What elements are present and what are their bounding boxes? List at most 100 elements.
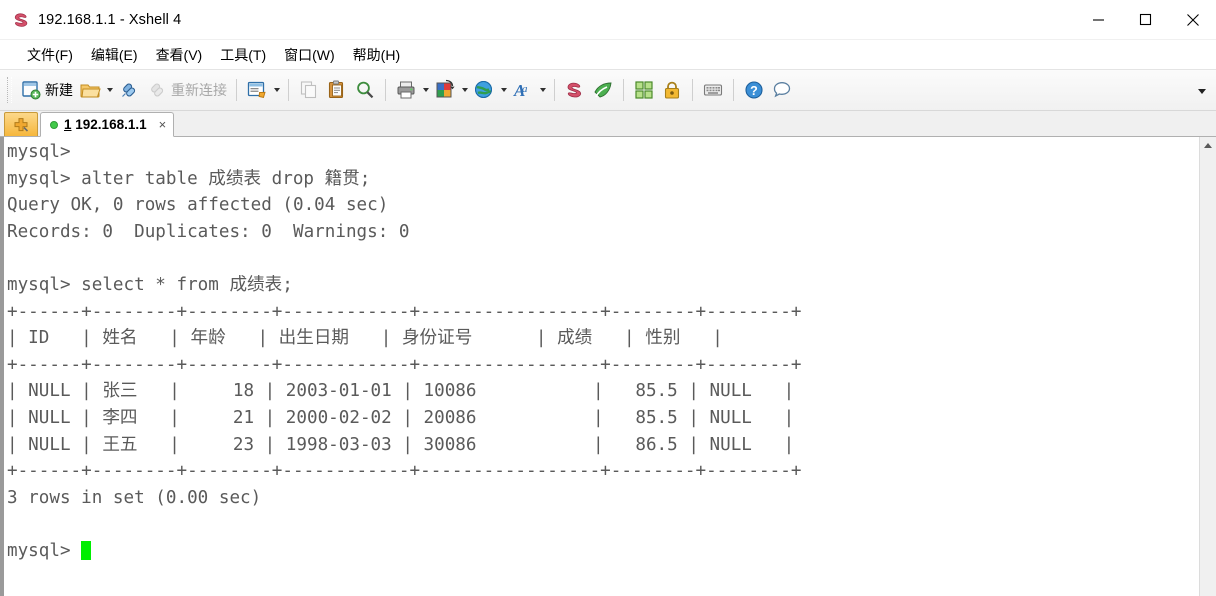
terminal-tab[interactable]: 1 192.168.1.1 × [40,112,175,137]
xshell-window: 192.168.1.1 - Xshell 4 文件(F) 编辑(E) 查看(V)… [0,0,1216,596]
scroll-up-arrow[interactable] [1200,137,1216,154]
terminal-line: mysql> alter table 成绩表 drop 籍贯; [7,168,371,189]
terminal-line: | NULL | 王五 | 23 | 1998-03-03 | 30086 | … [7,434,795,455]
menu-window[interactable]: 窗口(W) [275,42,344,68]
tab-title: 192.168.1.1 [75,117,147,132]
toolbar-separator-2 [288,79,289,101]
help-icon: ? [743,79,765,101]
color-scheme-dropdown[interactable] [459,74,470,106]
lock-button[interactable] [658,74,686,106]
color-scheme-icon [434,79,456,101]
session-properties-icon [246,79,268,101]
terminal-prompt-line: mysql> [4,538,1199,565]
menu-view[interactable]: 查看(V) [147,42,212,68]
toolbar-separator-5 [623,79,624,101]
arrange-windows-icon [633,79,655,101]
color-scheme-button[interactable] [431,74,459,106]
tab-index: 1 [64,117,72,132]
disconnect-button[interactable]: 重新连接 [143,74,230,106]
keyboard-button[interactable] [699,74,727,106]
help-button[interactable]: ? [740,74,768,106]
font-dropdown[interactable] [537,74,548,106]
menu-bar: 文件(F) 编辑(E) 查看(V) 工具(T) 窗口(W) 帮助(H) [0,40,1216,69]
encoding-dropdown[interactable] [498,74,509,106]
reconnect-label: 重新连接 [171,82,227,98]
menu-help[interactable]: 帮助(H) [344,42,409,68]
find-button[interactable] [351,74,379,106]
title-bar: 192.168.1.1 - Xshell 4 [0,0,1216,40]
xshell-app-icon [12,11,30,29]
terminal-line: | NULL | 李四 | 21 | 2000-02-02 | 20086 | … [7,407,795,428]
terminal-line: +------+--------+--------+------------+-… [7,461,802,482]
toolbar-grip[interactable] [7,77,12,103]
new-tab-button[interactable] [4,112,38,136]
terminal-line: mysql> [7,142,71,162]
terminal-line: | ID | 姓名 | 年龄 | 出生日期 | 身份证号 | 成绩 | 性别 | [7,328,723,349]
prompt-text: mysql> [7,540,82,561]
font-button[interactable]: A a [509,74,537,106]
menu-file[interactable]: 文件(F) [18,42,82,68]
tab-status-dot [50,120,58,129]
session-properties-button[interactable] [243,74,271,106]
menu-edit[interactable]: 编辑(E) [82,42,147,68]
find-icon [354,79,376,101]
terminal-output[interactable]: mysql> mysql> alter table 成绩表 drop 籍贯; Q… [4,137,1199,596]
connect-button[interactable] [115,74,143,106]
copy-button[interactable] [295,74,323,106]
paste-button[interactable] [323,74,351,106]
keyboard-icon [702,79,724,101]
arrange-windows-button[interactable] [630,74,658,106]
new-session-icon [20,79,42,101]
encoding-button[interactable] [470,74,498,106]
print-icon [395,79,417,101]
open-session-button[interactable] [76,74,104,106]
font-icon: A a [512,79,534,101]
new-session-button[interactable]: 新建 [17,74,76,106]
maximize-button[interactable] [1122,0,1169,39]
xftp-icon [592,79,614,101]
terminal-cursor [81,540,92,560]
open-folder-icon [79,79,101,101]
terminal-line: +------+--------+--------+------------+-… [7,354,802,375]
xshell-button[interactable] [561,74,589,106]
chat-button[interactable] [768,74,796,106]
svg-text:a: a [522,83,528,95]
print-button[interactable] [392,74,420,106]
close-button[interactable] [1169,0,1216,39]
xshell-icon [564,79,586,101]
paste-icon [326,79,348,101]
menu-tools[interactable]: 工具(T) [211,42,275,68]
connect-icon [118,79,140,101]
terminal-area: mysql> mysql> alter table 成绩表 drop 籍贯; Q… [0,137,1216,596]
disconnect-icon [146,79,168,101]
scrollbar-track[interactable] [1200,154,1216,596]
terminal-line: Query OK, 0 rows affected (0.04 sec) [7,195,389,216]
terminal-line: 3 rows in set (0.00 sec) [7,487,262,508]
terminal-line: Records: 0 Duplicates: 0 Warnings: 0 [7,221,410,242]
tab-bar: 1 192.168.1.1 × [0,111,1216,137]
terminal-line: +------+--------+--------+------------+-… [7,301,802,322]
window-controls [1075,0,1216,39]
open-session-dropdown[interactable] [104,74,115,106]
session-properties-dropdown[interactable] [271,74,282,106]
copy-icon [298,79,320,101]
terminal-line: mysql> select * from 成绩表; [7,274,293,295]
terminal-scrollbar[interactable] [1199,137,1216,596]
chat-icon [771,79,793,101]
toolbar-separator-7 [733,79,734,101]
toolbar-separator-6 [692,79,693,101]
tab-close-icon[interactable]: × [159,118,167,131]
window-title: 192.168.1.1 - Xshell 4 [38,11,182,28]
toolbar-separator-1 [236,79,237,101]
xftp-button[interactable] [589,74,617,106]
toolbar-separator-4 [554,79,555,101]
terminal-line: | NULL | 张三 | 18 | 2003-01-01 | 10086 | … [7,381,795,402]
toolbar-separator-3 [385,79,386,101]
toolbar: 新建 重新连接 A a ? [0,69,1216,111]
new-session-label: 新建 [45,82,73,98]
minimize-button[interactable] [1075,0,1122,39]
lock-icon [661,79,683,101]
toolbar-overflow-button[interactable] [1194,70,1210,112]
print-dropdown[interactable] [420,74,431,106]
